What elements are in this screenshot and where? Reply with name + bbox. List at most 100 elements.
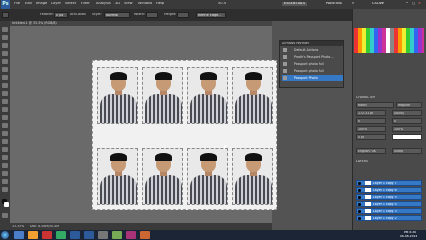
tracking-field[interactable]: 0 [392, 118, 422, 124]
text-color-swatch[interactable] [392, 134, 422, 140]
brush-tool-icon[interactable] [2, 83, 8, 88]
height-field[interactable] [177, 12, 189, 18]
menu-edit[interactable]: Edit [25, 2, 32, 6]
layer-row[interactable]: Layer 1 copy 6 [356, 187, 422, 193]
gradient-tool-icon[interactable] [2, 115, 8, 120]
check-icon[interactable] [283, 69, 287, 73]
background-color-swatch[interactable] [4, 202, 9, 207]
feather-field[interactable]: 0 px [54, 12, 68, 18]
menu-window[interactable]: Window [138, 2, 152, 6]
eye-icon[interactable] [358, 217, 361, 220]
style-select[interactable]: Normal [104, 12, 130, 18]
maximize-icon[interactable]: □ [412, 2, 415, 6]
horizontal-scale-field[interactable]: 100% [392, 126, 422, 132]
vertical-scale-field[interactable]: 100% [356, 126, 386, 132]
marquee-tool-icon[interactable] [2, 35, 8, 40]
history-brush-tool-icon[interactable] [2, 99, 8, 104]
eye-icon[interactable] [358, 210, 361, 213]
layer-row[interactable]: Layer 1 copy 4 [356, 201, 422, 207]
leading-field[interactable]: (Auto) [392, 110, 422, 116]
layer-row[interactable]: Layer 1 copy 5 [356, 194, 422, 200]
app-taskbar-icon[interactable] [140, 231, 150, 239]
quick-select-tool-icon[interactable] [2, 51, 8, 56]
canvas-area[interactable] [10, 26, 277, 223]
app-taskbar-icon[interactable] [112, 231, 122, 239]
crop-tool-icon[interactable] [2, 59, 8, 64]
zoom-tool-icon[interactable] [2, 187, 8, 192]
width-field[interactable] [146, 12, 158, 18]
quick-mask-icon[interactable] [2, 213, 8, 218]
type-tool-icon[interactable] [2, 147, 8, 152]
3d-tool-icon[interactable] [2, 171, 8, 176]
blur-tool-icon[interactable] [2, 123, 8, 128]
action-row[interactable]: Passport photo full [282, 68, 343, 74]
check-icon[interactable] [283, 62, 287, 66]
media-taskbar-icon[interactable] [28, 231, 38, 239]
workspace-essentials[interactable]: ESSENTIALS [282, 2, 308, 6]
menu-image[interactable]: Image [36, 2, 47, 6]
kerning-field[interactable]: 0 [356, 118, 386, 124]
check-icon[interactable] [283, 55, 287, 59]
eye-icon[interactable] [358, 182, 361, 185]
menu-view[interactable]: View [124, 2, 133, 6]
opera-taskbar-icon[interactable] [42, 231, 52, 239]
language-select[interactable]: English: UK [356, 148, 386, 154]
workspace-painting[interactable]: PAINTING [326, 2, 342, 6]
font-size-field[interactable]: 172.31 pt [356, 110, 386, 116]
eye-icon[interactable] [358, 203, 361, 206]
minimize-icon[interactable]: ─ [406, 2, 408, 6]
stamp-tool-icon[interactable] [2, 91, 8, 96]
antialias-select[interactable]: Sharp [392, 148, 422, 154]
layer-row[interactable]: Layer 1 copy 2 [356, 215, 422, 221]
eyedropper-tool-icon[interactable] [2, 67, 8, 72]
photoshop-taskbar-icon[interactable] [70, 231, 80, 239]
shape-tool-icon[interactable] [2, 163, 8, 168]
antialias-checkbox[interactable]: Anti-alias [70, 13, 86, 16]
chrome-taskbar-icon[interactable] [56, 231, 66, 239]
swatches-panel[interactable] [354, 28, 424, 53]
workspace-more[interactable]: » [352, 2, 354, 6]
layer-row[interactable]: Layer 1 copy 7 [356, 180, 422, 186]
document-canvas[interactable] [92, 60, 277, 210]
hand-tool-icon[interactable] [2, 179, 8, 184]
eye-icon[interactable] [358, 196, 361, 199]
action-row[interactable]: Prodh's Passport Photo ... [282, 54, 343, 60]
app-taskbar-icon[interactable] [126, 231, 136, 239]
lasso-tool-icon[interactable] [2, 43, 8, 48]
menu-analysis[interactable]: Analysis [96, 2, 111, 6]
actions-panel-title[interactable]: ACTIONS HISTORY [282, 42, 309, 45]
explorer-taskbar-icon[interactable] [14, 231, 24, 239]
action-row[interactable]: Passport photo full [282, 61, 343, 67]
photoshop-taskbar-icon[interactable] [84, 231, 94, 239]
menu-layer[interactable]: Layer [51, 2, 61, 6]
layer-row[interactable]: Layer 1 copy 3 [356, 208, 422, 214]
check-icon[interactable] [283, 76, 287, 80]
move-tool-icon[interactable] [2, 27, 8, 32]
menu-filter[interactable]: Filter [81, 2, 90, 6]
check-icon[interactable] [283, 48, 287, 52]
refine-edge-button[interactable]: Refine Edge... [196, 12, 226, 18]
pen-tool-icon[interactable] [2, 139, 8, 144]
taskbar-date[interactable]: 06-08-2012 [400, 235, 417, 238]
path-select-tool-icon[interactable] [2, 155, 8, 160]
zoom-level[interactable]: 50.4 [218, 2, 226, 6]
start-button-icon[interactable] [1, 231, 9, 239]
menu-help[interactable]: Help [156, 2, 164, 6]
character-panel-title[interactable]: CHARACTER [356, 96, 375, 99]
taskbar-time[interactable]: PM 6:26 [404, 231, 416, 234]
app-taskbar-icon[interactable] [98, 231, 108, 239]
layers-panel-title[interactable]: LAYERS [356, 160, 368, 163]
cs-live-button[interactable]: CSLive [372, 2, 384, 6]
dodge-tool-icon[interactable] [2, 131, 8, 136]
marquee-tool-icon[interactable] [2, 12, 9, 18]
eye-icon[interactable] [358, 189, 361, 192]
menu-select[interactable]: Select [65, 2, 76, 6]
close-icon[interactable]: ✕ [418, 2, 421, 6]
status-zoom[interactable]: 33.33% [12, 225, 24, 228]
action-row-selected[interactable]: Passport Photo [282, 75, 343, 81]
eraser-tool-icon[interactable] [2, 107, 8, 112]
baseline-shift-field[interactable]: 0 pt [356, 134, 386, 140]
menu-3d[interactable]: 3D [115, 2, 120, 6]
font-style-select[interactable]: Regular [396, 102, 422, 108]
action-row[interactable]: Default Actions [282, 47, 343, 53]
